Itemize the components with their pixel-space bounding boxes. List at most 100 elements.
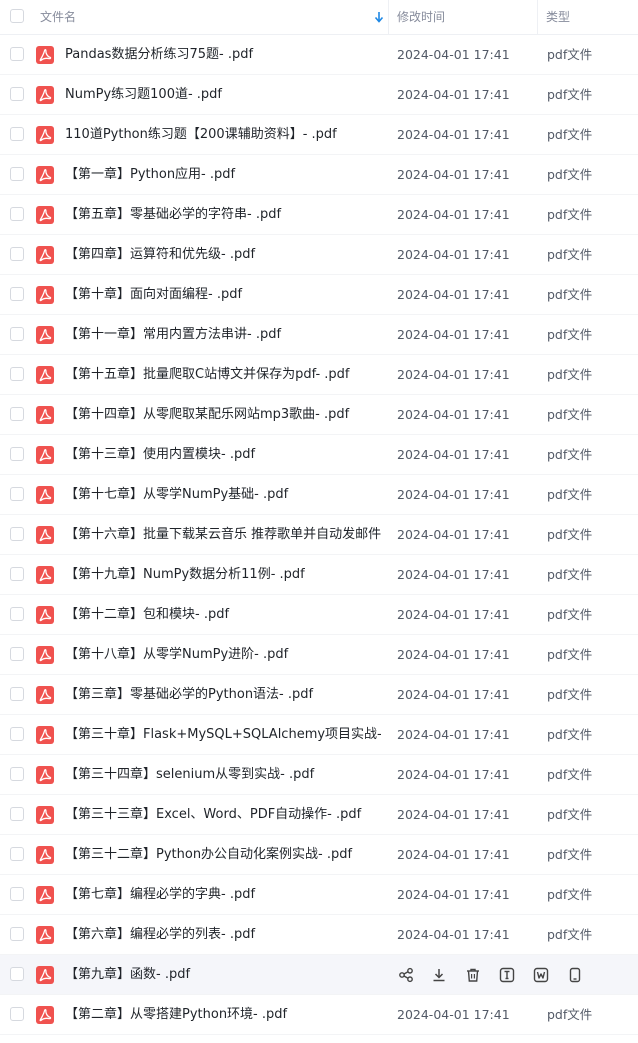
file-name[interactable]: 【第四章】运算符和优先级- .pdf: [65, 235, 381, 275]
rename-icon[interactable]: [499, 967, 515, 983]
file-row[interactable]: 【第六章】编程必学的列表- .pdf 2024-04-01 17:41 pdf文…: [0, 915, 638, 955]
file-name[interactable]: 【第十二章】包和模块- .pdf: [65, 595, 381, 635]
file-name[interactable]: 【第六章】编程必学的列表- .pdf: [65, 915, 381, 955]
row-checkbox[interactable]: [10, 287, 26, 303]
file-row[interactable]: 【第三十四章】selenium从零到实战- .pdf 2024-04-01 17…: [0, 755, 638, 795]
pdf-file-icon: [36, 566, 54, 584]
row-checkbox[interactable]: [10, 887, 26, 903]
column-header-date[interactable]: 修改时间: [397, 0, 445, 34]
file-name[interactable]: 【第十八章】从零学NumPy进阶- .pdf: [65, 635, 381, 675]
file-row[interactable]: Pandas数据分析练习75题- .pdf 2024-04-01 17:41 p…: [0, 35, 638, 75]
file-row[interactable]: 【第十四章】从零爬取某配乐网站mp3歌曲- .pdf 2024-04-01 17…: [0, 395, 638, 435]
file-type: pdf文件: [547, 1007, 593, 1022]
file-row[interactable]: 【第三十三章】Excel、Word、PDF自动操作- .pdf 2024-04-…: [0, 795, 638, 835]
row-checkbox[interactable]: [10, 727, 26, 743]
delete-icon[interactable]: [465, 967, 481, 983]
file-name[interactable]: Pandas数据分析练习75题- .pdf: [65, 35, 381, 75]
file-row[interactable]: 【第一章】Python应用- .pdf 2024-04-01 17:41 pdf…: [0, 155, 638, 195]
file-row[interactable]: 【第九章】函数- .pdf: [0, 955, 638, 995]
row-checkbox[interactable]: [10, 647, 26, 663]
file-row[interactable]: 【第十章】面向对面编程- .pdf 2024-04-01 17:41 pdf文件: [0, 275, 638, 315]
file-row[interactable]: 110道Python练习题【200课辅助资料】- .pdf 2024-04-01…: [0, 115, 638, 155]
row-checkbox[interactable]: [10, 367, 26, 383]
file-row[interactable]: 【第二章】从零搭建Python环境- .pdf 2024-04-01 17:41…: [0, 995, 638, 1035]
file-name[interactable]: 【第十一章】常用内置方法串讲- .pdf: [65, 315, 381, 355]
file-row[interactable]: 【第十二章】包和模块- .pdf 2024-04-01 17:41 pdf文件: [0, 595, 638, 635]
file-name[interactable]: 【第十四章】从零爬取某配乐网站mp3歌曲- .pdf: [65, 395, 381, 435]
file-row[interactable]: 【第七章】编程必学的字典- .pdf 2024-04-01 17:41 pdf文…: [0, 875, 638, 915]
row-checkbox[interactable]: [10, 927, 26, 943]
file-name[interactable]: 【第二章】从零搭建Python环境- .pdf: [65, 995, 381, 1035]
file-row[interactable]: 【第十五章】批量爬取C站博文并保存为pdf- .pdf 2024-04-01 1…: [0, 355, 638, 395]
file-name[interactable]: 【第十七章】从零学NumPy基础- .pdf: [65, 475, 381, 515]
row-checkbox[interactable]: [10, 87, 26, 103]
row-checkbox[interactable]: [10, 607, 26, 623]
file-row[interactable]: 【第十八章】从零学NumPy进阶- .pdf 2024-04-01 17:41 …: [0, 635, 638, 675]
row-checkbox[interactable]: [10, 127, 26, 143]
file-name[interactable]: 110道Python练习题【200课辅助资料】- .pdf: [65, 115, 381, 155]
row-checkbox[interactable]: [10, 247, 26, 263]
file-name[interactable]: 【第十三章】使用内置模块- .pdf: [65, 435, 381, 475]
row-checkbox[interactable]: [10, 1007, 26, 1023]
file-row[interactable]: 【第十九章】NumPy数据分析11例- .pdf 2024-04-01 17:4…: [0, 555, 638, 595]
save-to-netdisk-icon[interactable]: [533, 967, 549, 983]
file-name[interactable]: 【第三十二章】Python办公自动化案例实战- .pdf: [65, 835, 381, 875]
select-all-checkbox[interactable]: [10, 9, 26, 25]
send-to-phone-icon[interactable]: [567, 967, 583, 983]
file-name[interactable]: 【第三十章】Flask+MySQL+SQLAlchemy项目实战- .pdf: [65, 715, 381, 755]
modified-time: 2024-04-01 17:41: [397, 327, 510, 342]
file-row[interactable]: NumPy练习题100道- .pdf 2024-04-01 17:41 pdf文…: [0, 75, 638, 115]
sort-arrow-down-icon[interactable]: [373, 9, 385, 25]
file-name[interactable]: 【第九章】函数- .pdf: [65, 955, 381, 995]
file-row[interactable]: 【第十六章】批量下载某云音乐 推荐歌单并自动发邮件- .... 2024-04-…: [0, 515, 638, 555]
row-checkbox[interactable]: [10, 807, 26, 823]
row-checkbox[interactable]: [10, 167, 26, 183]
file-row[interactable]: 【第三章】零基础必学的Python语法- .pdf 2024-04-01 17:…: [0, 675, 638, 715]
file-name[interactable]: 【第十五章】批量爬取C站博文并保存为pdf- .pdf: [65, 355, 381, 395]
row-checkbox[interactable]: [10, 527, 26, 543]
pdf-file-icon: [36, 606, 54, 624]
row-checkbox[interactable]: [10, 207, 26, 223]
file-name[interactable]: 【第七章】编程必学的字典- .pdf: [65, 875, 381, 915]
file-row[interactable]: 【第三十二章】Python办公自动化案例实战- .pdf 2024-04-01 …: [0, 835, 638, 875]
file-name[interactable]: 【第一章】Python应用- .pdf: [65, 155, 381, 195]
column-divider[interactable]: [388, 0, 389, 34]
file-name[interactable]: 【第五章】零基础必学的字符串- .pdf: [65, 195, 381, 235]
row-checkbox[interactable]: [10, 767, 26, 783]
row-checkbox[interactable]: [10, 967, 26, 983]
row-checkbox[interactable]: [10, 687, 26, 703]
row-checkbox[interactable]: [10, 407, 26, 423]
file-name[interactable]: 【第三章】零基础必学的Python语法- .pdf: [65, 675, 381, 715]
file-type: pdf文件: [547, 367, 593, 382]
column-divider[interactable]: [537, 0, 538, 34]
share-icon[interactable]: [398, 967, 414, 983]
file-type: pdf文件: [547, 927, 593, 942]
modified-time: 2024-04-01 17:41: [397, 567, 510, 582]
download-icon[interactable]: [431, 967, 447, 983]
row-checkbox[interactable]: [10, 447, 26, 463]
modified-time: 2024-04-01 17:41: [397, 127, 510, 142]
file-name[interactable]: 【第十章】面向对面编程- .pdf: [65, 275, 381, 315]
file-row[interactable]: 【第十三章】使用内置模块- .pdf 2024-04-01 17:41 pdf文…: [0, 435, 638, 475]
file-name[interactable]: 【第三十四章】selenium从零到实战- .pdf: [65, 755, 381, 795]
row-checkbox[interactable]: [10, 847, 26, 863]
file-name[interactable]: 【第十六章】批量下载某云音乐 推荐歌单并自动发邮件- ....: [65, 515, 381, 555]
file-name[interactable]: 【第三十三章】Excel、Word、PDF自动操作- .pdf: [65, 795, 381, 835]
file-row[interactable]: 【第十一章】常用内置方法串讲- .pdf 2024-04-01 17:41 pd…: [0, 315, 638, 355]
row-checkbox[interactable]: [10, 327, 26, 343]
file-row[interactable]: 【第三十章】Flask+MySQL+SQLAlchemy项目实战- .pdf 2…: [0, 715, 638, 755]
file-row[interactable]: 【第四章】运算符和优先级- .pdf 2024-04-01 17:41 pdf文…: [0, 235, 638, 275]
file-type: pdf文件: [547, 87, 593, 102]
row-checkbox[interactable]: [10, 567, 26, 583]
file-name[interactable]: 【第十九章】NumPy数据分析11例- .pdf: [65, 555, 381, 595]
pdf-file-icon: [36, 246, 54, 264]
file-row[interactable]: 【第十七章】从零学NumPy基础- .pdf 2024-04-01 17:41 …: [0, 475, 638, 515]
row-checkbox[interactable]: [10, 47, 26, 63]
row-checkbox[interactable]: [10, 487, 26, 503]
file-row[interactable]: 【第五章】零基础必学的字符串- .pdf 2024-04-01 17:41 pd…: [0, 195, 638, 235]
column-header-type[interactable]: 类型: [546, 0, 570, 34]
column-header-name[interactable]: 文件名: [40, 0, 76, 34]
file-name[interactable]: NumPy练习题100道- .pdf: [65, 75, 381, 115]
pdf-file-icon: [36, 806, 54, 824]
pdf-file-icon: [36, 326, 54, 344]
